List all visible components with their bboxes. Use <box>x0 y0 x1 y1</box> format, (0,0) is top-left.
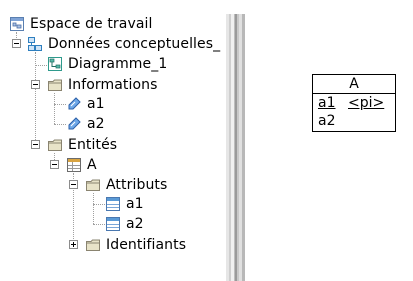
tree-item-label: a1 <box>87 96 105 112</box>
diagram-icon <box>47 56 63 72</box>
entity-attribute-row: a1 <pi> <box>313 94 395 112</box>
information-icon <box>66 96 82 112</box>
entity-name: A <box>313 75 395 94</box>
tree-item-label: a1 <box>126 196 144 212</box>
tree-line <box>54 93 55 124</box>
folder-icon <box>47 77 63 93</box>
collapse-toggle[interactable] <box>69 180 78 189</box>
tree-item-entity-a[interactable]: A <box>66 155 97 175</box>
folder-icon <box>85 237 101 253</box>
workspace-tree: Espace de travail Données conceptuelles_… <box>0 0 225 281</box>
tree-item-label: a2 <box>126 216 144 232</box>
tree-item-label: Attributs <box>106 177 168 193</box>
tree-line <box>54 124 66 125</box>
attribute-icon <box>105 216 121 232</box>
tree-item-label: a2 <box>87 116 105 132</box>
tree-item-label: A <box>87 157 97 173</box>
tree-item-label: Espace de travail <box>30 16 153 32</box>
tree-item-workspace[interactable]: Espace de travail <box>9 14 152 34</box>
tree-item-attribute-a1[interactable]: a1 <box>105 194 144 214</box>
pane-splitter[interactable] <box>226 14 245 281</box>
tree-item-label: Identifiants <box>106 237 187 253</box>
tree-item-information-a1[interactable]: a1 <box>66 94 105 114</box>
tree-item-entites[interactable]: Entités <box>47 135 117 155</box>
collapse-toggle[interactable] <box>31 140 40 149</box>
collapse-toggle[interactable] <box>31 80 40 89</box>
tree-item-information-a2[interactable]: a2 <box>66 114 105 134</box>
entity-box[interactable]: A a1 <pi> a2 <box>312 74 396 132</box>
attribute-marker: <pi> <box>348 95 385 111</box>
tree-line <box>54 104 66 105</box>
tree-item-informations[interactable]: Informations <box>47 75 158 95</box>
entity-attribute-row: a2 <box>313 112 395 130</box>
tree-item-label: Informations <box>68 77 158 93</box>
information-icon <box>66 116 82 132</box>
tree-line <box>93 193 94 224</box>
tree-line <box>35 52 36 148</box>
tree-line <box>93 224 105 225</box>
collapse-toggle[interactable] <box>50 160 59 169</box>
tree-item-label: Entités <box>68 137 118 153</box>
tree-line <box>35 65 47 66</box>
entity-icon <box>66 157 82 173</box>
attribute-icon <box>105 196 121 212</box>
diagram-canvas[interactable] <box>245 0 413 281</box>
tree-item-label: Données conceptuelles_ <box>48 36 221 52</box>
collapse-toggle[interactable] <box>12 39 21 48</box>
folder-icon <box>47 137 63 153</box>
attribute-name: a2 <box>318 113 336 129</box>
tree-item-attributs[interactable]: Attributs <box>85 175 167 195</box>
tree-item-conceptual-model[interactable]: Données conceptuelles_ <box>27 34 220 54</box>
tree-item-identifiants[interactable]: Identifiants <box>85 235 186 255</box>
conceptual-model-icon <box>27 36 43 52</box>
tree-item-attribute-a2[interactable]: a2 <box>105 214 144 234</box>
tree-line <box>93 204 105 205</box>
folder-icon <box>85 177 101 193</box>
workspace-icon <box>9 16 25 32</box>
attribute-name: a1 <box>318 95 336 111</box>
tree-item-label: Diagramme_1 <box>68 56 168 72</box>
expand-toggle[interactable] <box>69 240 78 249</box>
tree-item-diagram[interactable]: Diagramme_1 <box>47 54 167 74</box>
